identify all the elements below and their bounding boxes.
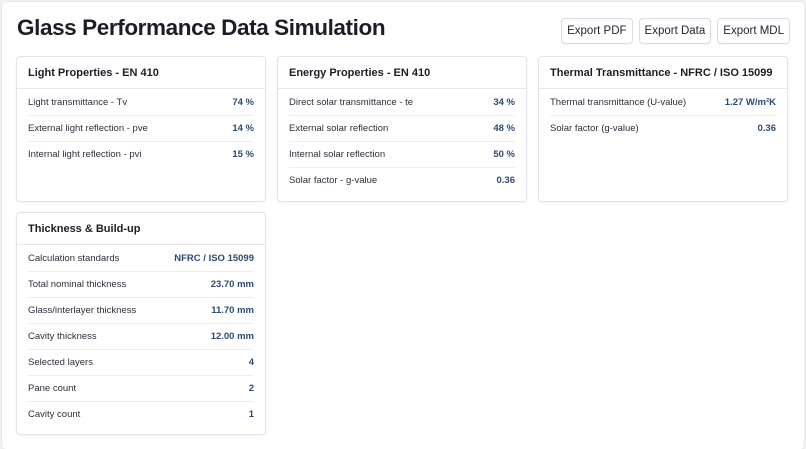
property-row: Solar factor (g-value) 0.36: [550, 116, 776, 141]
export-mdl-button[interactable]: Export MDL: [717, 18, 790, 44]
property-value: 2: [248, 383, 254, 394]
property-label: Solar factor (g-value): [550, 123, 639, 134]
card-title: Energy Properties - EN 410: [278, 57, 526, 89]
energy-properties-card: Energy Properties - EN 410 Direct solar …: [277, 56, 527, 202]
property-label: External light reflection - pve: [28, 123, 148, 134]
property-row: Internal light reflection - pvi 15 %: [28, 142, 254, 167]
property-row: Internal solar reflection 50 %: [289, 142, 515, 168]
property-row: Calculation standards NFRC / ISO 15099: [28, 246, 254, 272]
export-data-button[interactable]: Export Data: [638, 18, 712, 44]
property-label: Pane count: [28, 383, 77, 394]
property-value: 50 %: [493, 149, 515, 160]
property-value: 48 %: [493, 123, 515, 134]
property-value: 14 %: [232, 123, 254, 134]
property-row: Thermal transmittance (U-value) 1.27 W/m…: [550, 90, 776, 116]
property-row: Cavity count 1: [28, 402, 254, 427]
property-label: Glass/interlayer thickness: [28, 305, 137, 316]
property-label: Internal solar reflection: [289, 149, 386, 160]
property-row: Cavity thickness 12.00 mm: [28, 324, 254, 350]
property-label: Light transmittance - Tv: [28, 97, 128, 108]
property-label: Cavity thickness: [28, 331, 97, 342]
property-value: 1.27 W/m²K: [724, 97, 776, 108]
property-row: Pane count 2: [28, 376, 254, 402]
light-properties-card: Light Properties - EN 410 Light transmit…: [16, 56, 266, 202]
property-label: Direct solar transmittance - te: [289, 97, 414, 108]
property-row: Selected layers 4: [28, 350, 254, 376]
page-title: Glass Performance Data Simulation: [17, 15, 386, 40]
export-pdf-button[interactable]: Export PDF: [561, 18, 633, 44]
card-title: Thickness & Build-up: [17, 213, 265, 245]
property-value: 4: [248, 357, 254, 368]
property-label: Thermal transmittance (U-value): [550, 97, 687, 108]
property-value: 15 %: [232, 149, 254, 160]
card-title: Light Properties - EN 410: [17, 57, 265, 89]
property-label: Solar factor - g-value: [289, 175, 378, 186]
property-value: NFRC / ISO 15099: [174, 253, 254, 264]
property-label: Total nominal thickness: [28, 279, 127, 290]
property-value: 23.70 mm: [210, 279, 254, 290]
thickness-buildup-card: Thickness & Build-up Calculation standar…: [16, 212, 266, 435]
property-label: Cavity count: [28, 409, 81, 420]
property-value: 0.36: [757, 123, 777, 134]
property-label: Calculation standards: [28, 253, 120, 264]
property-value: 74 %: [232, 97, 254, 108]
property-label: Internal light reflection - pvi: [28, 149, 142, 160]
property-row: Total nominal thickness 23.70 mm: [28, 272, 254, 298]
property-value: 12.00 mm: [210, 331, 254, 342]
property-row: Glass/interlayer thickness 11.70 mm: [28, 298, 254, 324]
property-label: Selected layers: [28, 357, 93, 368]
property-value: 1: [248, 409, 254, 420]
property-row: Solar factor - g-value 0.36: [289, 168, 515, 193]
property-row: Direct solar transmittance - te 34 %: [289, 90, 515, 116]
property-label: External solar reflection: [289, 123, 389, 134]
export-toolbar: Export PDF Export Data Export MDL: [561, 18, 790, 44]
property-row: Light transmittance - Tv 74 %: [28, 90, 254, 116]
property-row: External light reflection - pve 14 %: [28, 116, 254, 142]
thermal-transmittance-card: Thermal Transmittance - NFRC / ISO 15099…: [538, 56, 788, 202]
card-title: Thermal Transmittance - NFRC / ISO 15099: [539, 57, 787, 89]
property-row: External solar reflection 48 %: [289, 116, 515, 142]
property-value: 34 %: [493, 97, 515, 108]
property-value: 11.70 mm: [211, 305, 254, 316]
property-value: 0.36: [496, 175, 516, 186]
page: Glass Performance Data Simulation Export…: [2, 2, 804, 449]
